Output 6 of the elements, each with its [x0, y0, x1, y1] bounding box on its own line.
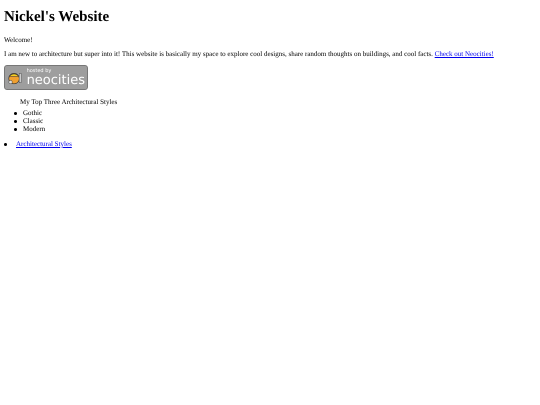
- bullet-icon: [14, 128, 17, 130]
- badge-brand-text: neocities: [26, 74, 85, 86]
- bullet-icon: [14, 120, 17, 122]
- bullet-icon: [4, 142, 7, 146]
- bullet-icon: [14, 112, 17, 114]
- page-title: Nickel's Website: [4, 9, 110, 26]
